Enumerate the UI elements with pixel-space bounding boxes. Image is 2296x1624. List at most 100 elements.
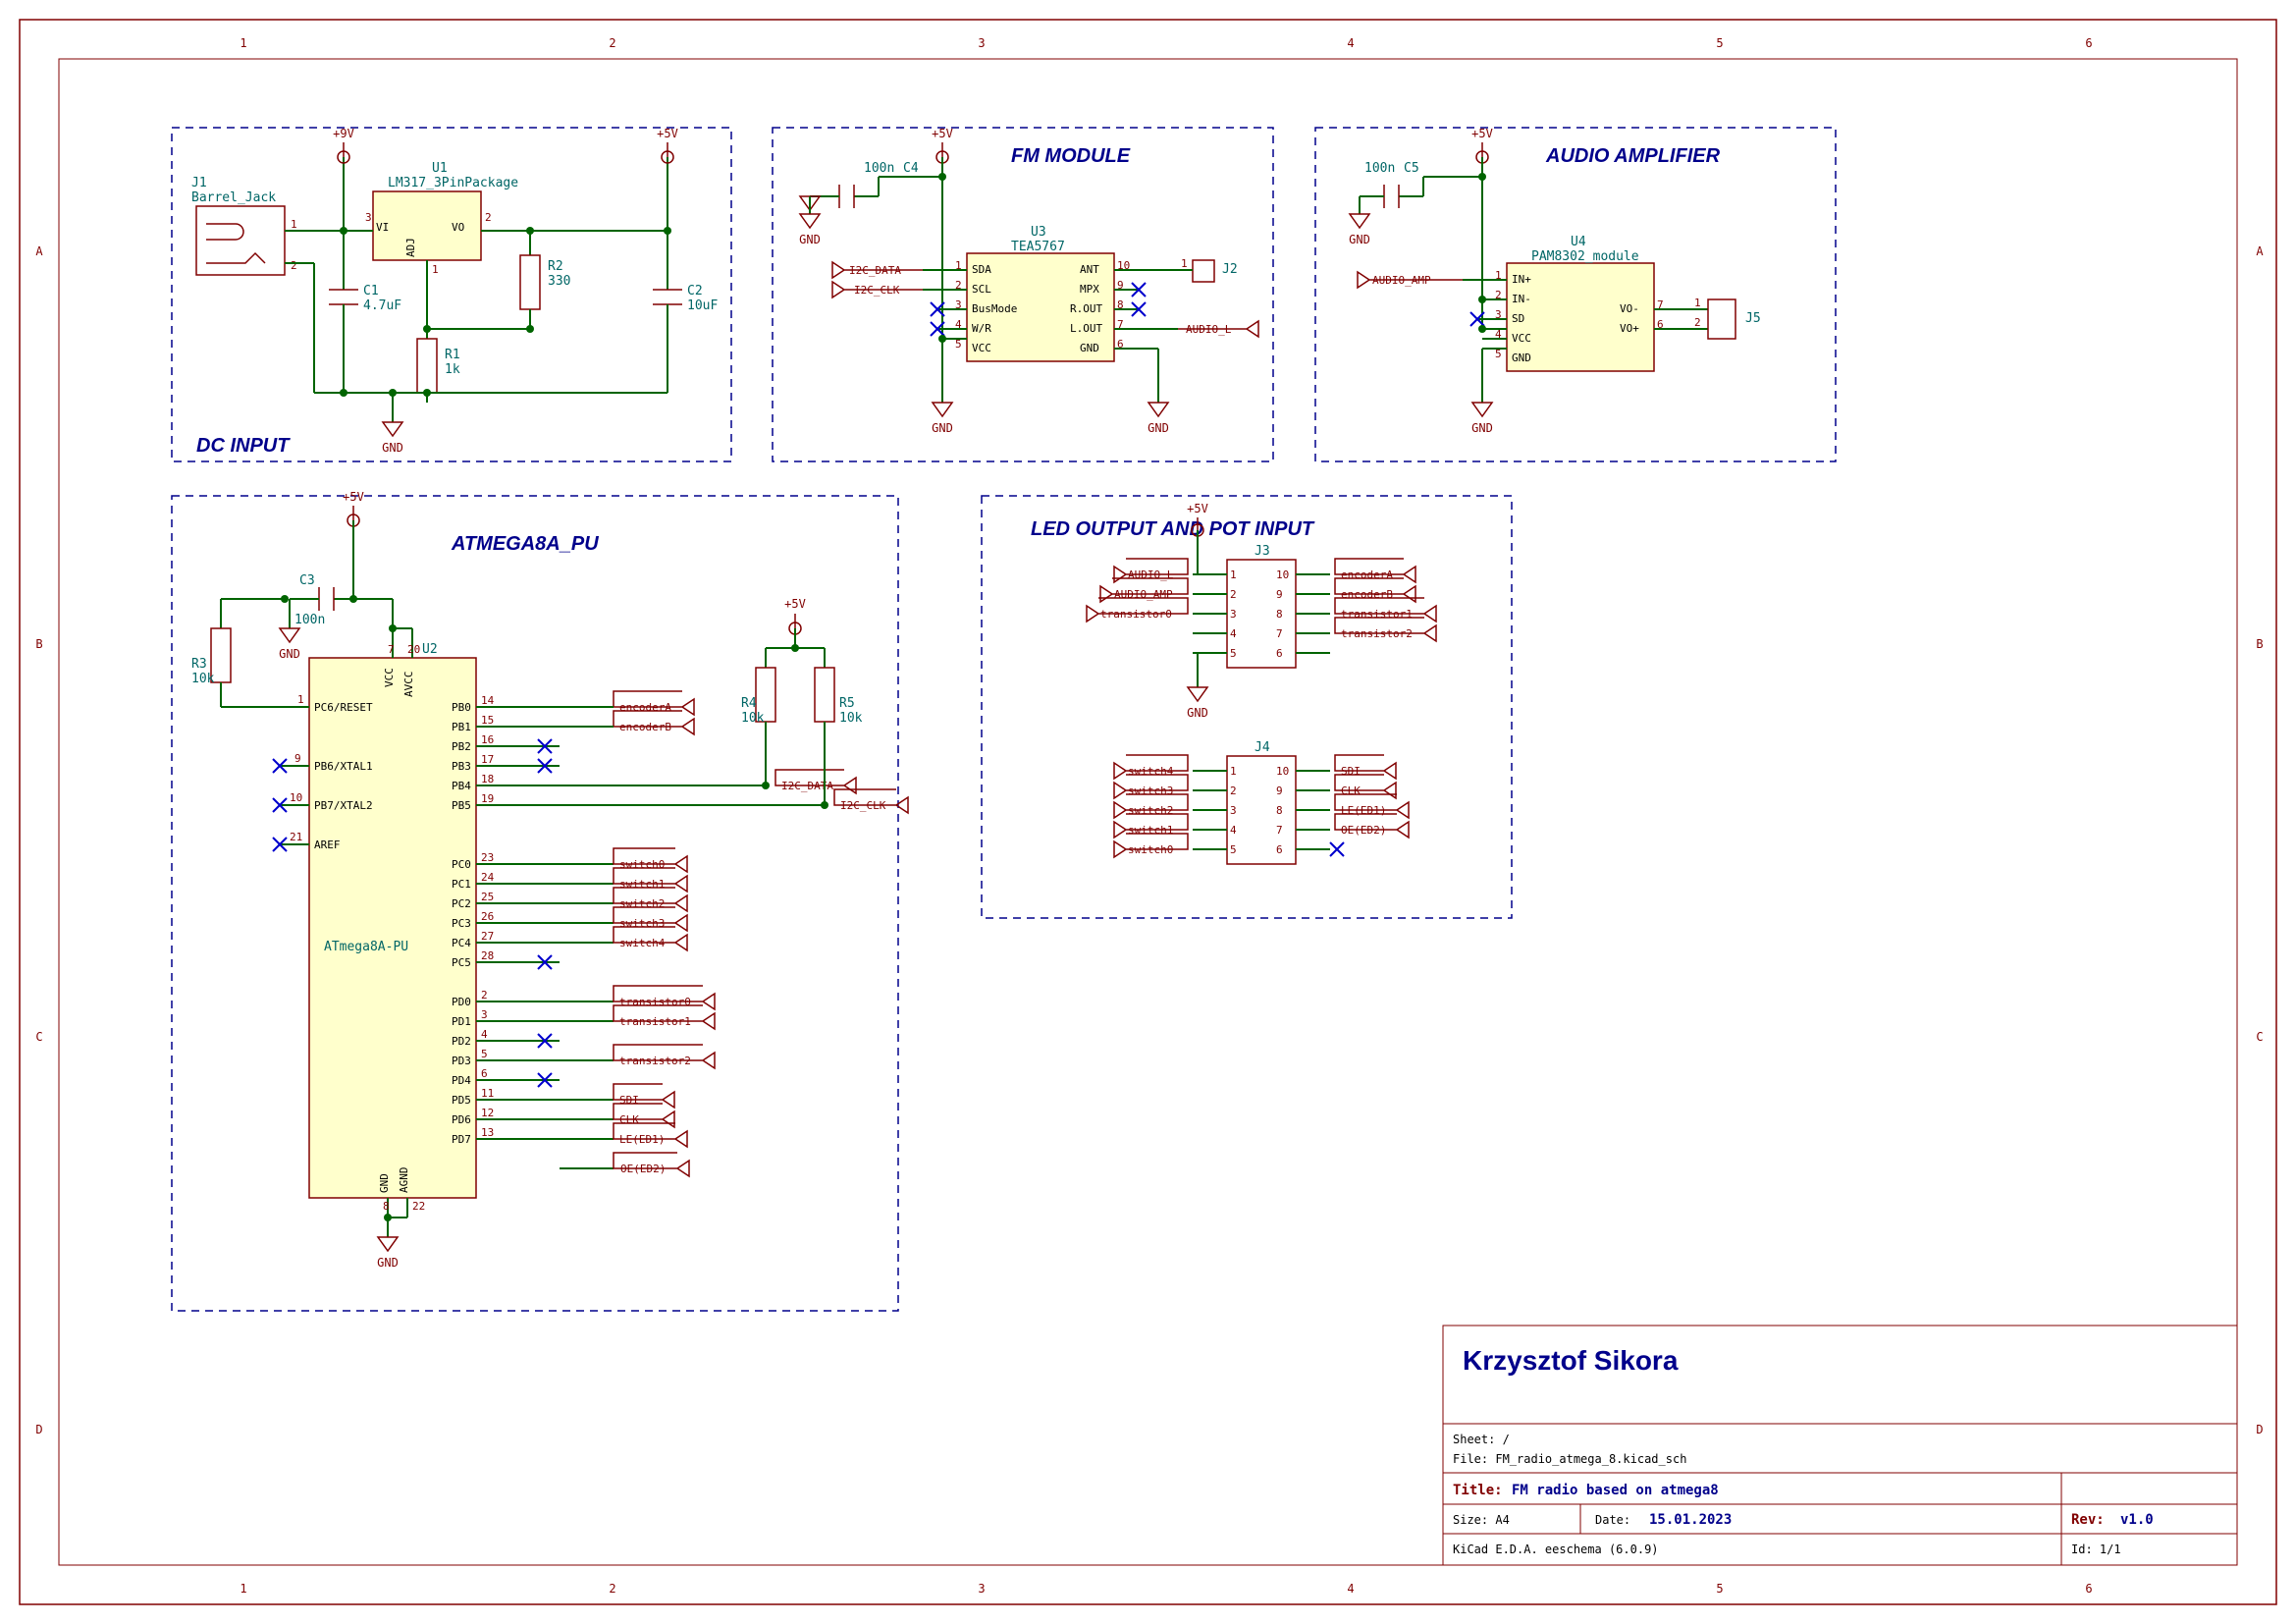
svg-text:15.01.2023: 15.01.2023 — [1649, 1512, 1732, 1528]
svg-text:Rev:: Rev: — [2071, 1512, 2105, 1528]
net-oe-ed2: OE(ED2) — [560, 1153, 689, 1176]
j2: J2 1 — [1178, 257, 1238, 282]
svg-text:GND: GND — [377, 1256, 399, 1270]
block-led-title: LED OUTPUT AND POT INPUT — [1031, 518, 1315, 540]
svg-text:4: 4 — [1347, 36, 1354, 50]
svg-text:OE(ED2): OE(ED2) — [620, 1163, 666, 1175]
svg-text:transistor2: transistor2 — [619, 1055, 691, 1067]
svg-text:transistor0: transistor0 — [1100, 608, 1172, 621]
u2-pc-pins: PC023switch0PC124switch1PC225switch2PC32… — [452, 848, 687, 969]
net-i2c-data: I2C_DATA — [832, 262, 923, 278]
svg-text:14: 14 — [481, 694, 495, 707]
svg-text:12: 12 — [481, 1107, 494, 1119]
svg-text:6: 6 — [1276, 647, 1283, 660]
svg-text:OE(ED2): OE(ED2) — [1341, 824, 1386, 837]
c3: C3 100n — [290, 573, 353, 627]
svg-text:LE(ED1): LE(ED1) — [1341, 804, 1386, 817]
svg-text:1: 1 — [297, 693, 304, 706]
block-mcu-title: ATMEGA8A_PU — [451, 533, 599, 555]
svg-text:Date:: Date: — [1595, 1513, 1630, 1527]
svg-text:GND: GND — [279, 647, 300, 661]
svg-text:10k: 10k — [839, 711, 863, 726]
svg-text:10k: 10k — [741, 711, 765, 726]
svg-text:SD: SD — [1512, 312, 1524, 325]
svg-text:File: FM_radio_atmega_8.kicad_: File: FM_radio_atmega_8.kicad_sch — [1453, 1452, 1686, 1466]
svg-text:18: 18 — [481, 773, 494, 785]
ruler-top: 1 2 3 4 5 6 — [240, 36, 2092, 50]
svg-text:I2C_DATA: I2C_DATA — [849, 264, 901, 277]
svg-text:7: 7 — [388, 643, 395, 656]
svg-text:C: C — [2256, 1030, 2263, 1044]
svg-text:PC3: PC3 — [452, 917, 471, 930]
svg-text:GND: GND — [1148, 421, 1169, 435]
svg-text:encoderA: encoderA — [1341, 568, 1393, 581]
svg-text:PB4: PB4 — [452, 780, 471, 792]
r3: R3 10k — [191, 599, 285, 707]
svg-text:LM317_3PinPackage: LM317_3PinPackage — [388, 176, 518, 190]
svg-text:+5V: +5V — [343, 490, 364, 504]
svg-text:I2C_CLK: I2C_CLK — [854, 284, 900, 297]
svg-text:17: 17 — [481, 753, 494, 766]
svg-text:6: 6 — [481, 1067, 488, 1080]
svg-text:GND: GND — [1349, 233, 1370, 246]
svg-text:Id: 1/1: Id: 1/1 — [2071, 1543, 2121, 1556]
svg-text:AUDIO_AMP: AUDIO_AMP — [1114, 588, 1173, 601]
svg-text:Title:: Title: — [1453, 1483, 1503, 1498]
svg-text:IN-: IN- — [1512, 293, 1531, 305]
svg-text:A: A — [2256, 244, 2264, 258]
j3-header: J3 — [1227, 544, 1296, 668]
svg-text:100n: 100n — [294, 613, 325, 627]
svg-text:GND: GND — [799, 233, 821, 246]
svg-text:VCC: VCC — [383, 668, 396, 687]
svg-text:PC4: PC4 — [452, 937, 471, 949]
r2: R2 330 — [520, 231, 570, 329]
svg-text:TEA5767: TEA5767 — [1011, 240, 1065, 254]
svg-text:A: A — [35, 244, 43, 258]
svg-text:GND: GND — [1080, 342, 1099, 354]
svg-text:SDA: SDA — [972, 263, 991, 276]
svg-text:10: 10 — [1276, 568, 1289, 581]
ruler-left: A B C D — [35, 244, 43, 1436]
svg-text:+5V: +5V — [657, 127, 678, 140]
svg-text:19: 19 — [481, 792, 494, 805]
svg-text:+5V: +5V — [932, 127, 953, 140]
svg-text:J5: J5 — [1745, 311, 1761, 326]
svg-text:PB5: PB5 — [452, 799, 471, 812]
svg-text:I2C_DATA: I2C_DATA — [781, 780, 833, 792]
svg-text:GND: GND — [1471, 421, 1493, 435]
svg-text:PC2: PC2 — [452, 897, 471, 910]
svg-text:Barrel_Jack: Barrel_Jack — [191, 190, 276, 205]
svg-text:SDI: SDI — [1341, 765, 1361, 778]
block-amp-title: AUDIO AMPLIFIER — [1545, 145, 1721, 167]
svg-text:AGND: AGND — [398, 1167, 410, 1194]
c2: C2 10uF — [653, 231, 718, 393]
svg-text:C2: C2 — [687, 284, 703, 298]
svg-text:VI: VI — [376, 221, 389, 234]
svg-text:16: 16 — [481, 733, 494, 746]
svg-text:1: 1 — [1181, 257, 1188, 270]
svg-text:GND: GND — [1187, 706, 1208, 720]
svg-text:28: 28 — [481, 949, 494, 962]
svg-text:13: 13 — [481, 1126, 494, 1139]
svg-text:6: 6 — [2085, 1582, 2092, 1596]
svg-text:PD1: PD1 — [452, 1015, 471, 1028]
svg-text:J2: J2 — [1222, 262, 1238, 277]
svg-text:2: 2 — [481, 989, 488, 1001]
u3-tea5767: U3 TEA5767 SDA SCL BusMode W/R VCC ANT M… — [955, 225, 1130, 361]
power-5v-dc: +5V — [657, 127, 678, 231]
svg-text:1: 1 — [1694, 297, 1701, 309]
svg-text:PC0: PC0 — [452, 858, 471, 871]
svg-text:2: 2 — [1230, 785, 1237, 797]
svg-text:R4: R4 — [741, 696, 757, 711]
svg-text:R.OUT: R.OUT — [1070, 302, 1102, 315]
svg-text:3: 3 — [1230, 608, 1237, 621]
svg-text:22: 22 — [412, 1200, 425, 1213]
svg-text:switch2: switch2 — [619, 897, 665, 910]
svg-text:11: 11 — [481, 1087, 494, 1100]
svg-text:switch1: switch1 — [1128, 824, 1173, 837]
svg-text:6: 6 — [1276, 843, 1283, 856]
power-5v-mcu: +5V — [343, 490, 364, 599]
svg-text:PB2: PB2 — [452, 740, 471, 753]
svg-text:5: 5 — [1230, 843, 1237, 856]
svg-text:ADJ: ADJ — [404, 238, 417, 257]
